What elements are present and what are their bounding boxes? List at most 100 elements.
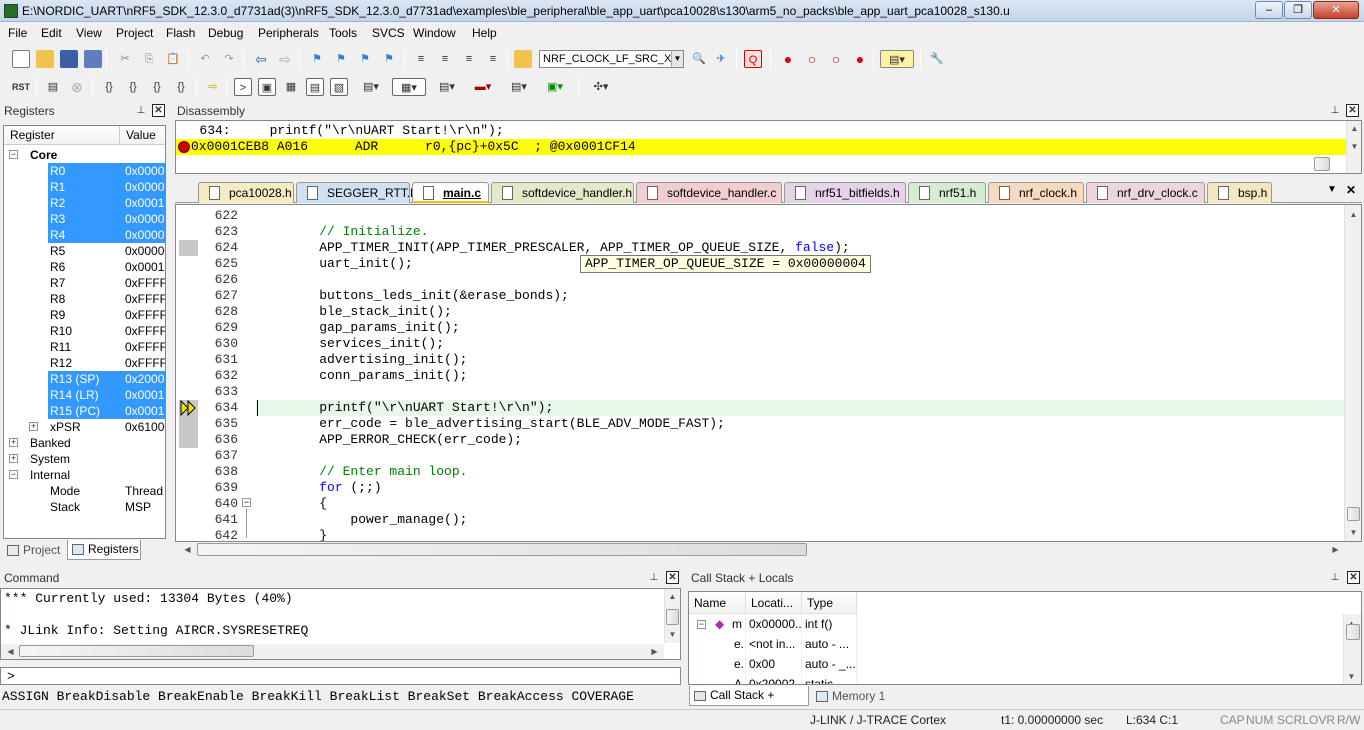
code-line[interactable]: 631 advertising_init();: [176, 352, 1344, 368]
minimize-button[interactable]: ‒: [1255, 1, 1283, 19]
disassembly-view[interactable]: 634: printf("\r\nUART Start!\r\n"); 0x00…: [175, 120, 1362, 174]
code-editor[interactable]: 622 623 // Initialize. 624 APP_TIMER_INIT(…: [175, 204, 1362, 542]
navigate-forward-icon[interactable]: ⇨: [276, 50, 294, 68]
new-file-icon[interactable]: [12, 50, 30, 68]
value-column-header[interactable]: Value: [120, 126, 165, 145]
stop-icon[interactable]: ⊗: [68, 78, 86, 96]
scroll-right-icon[interactable]: ▶: [647, 644, 662, 659]
menu-edit[interactable]: Edit: [41, 26, 62, 40]
tab-nrf51-h[interactable]: nrf51.h: [908, 182, 986, 203]
disassembly-hscroll-thumb[interactable]: [1314, 157, 1330, 171]
watch-window-icon[interactable]: ▤▾: [356, 78, 386, 96]
menu-view[interactable]: View: [76, 26, 102, 40]
code-line[interactable]: 641 power_manage();: [176, 512, 1344, 528]
scroll-right-icon[interactable]: ▶: [1328, 542, 1343, 557]
tab-main-c[interactable]: main.c: [412, 182, 489, 203]
pin-icon[interactable]: ⊥: [135, 105, 147, 117]
close-icon[interactable]: ✕: [152, 104, 165, 117]
configure-icon[interactable]: 🔧: [928, 50, 946, 68]
code-line[interactable]: 627 buttons_leds_init(&erase_bonds);: [176, 288, 1344, 304]
scroll-up-icon[interactable]: ▲: [1346, 207, 1361, 222]
code-line[interactable]: 628 ble_stack_init();: [176, 304, 1344, 320]
code-line[interactable]: 622: [176, 208, 1344, 224]
incremental-find-icon[interactable]: ✈: [712, 50, 730, 68]
editor-hscroll-thumb[interactable]: [197, 543, 807, 556]
tab-softdevice-handler-h[interactable]: softdevice_handler.h: [491, 182, 634, 203]
call-stack-window-icon[interactable]: ▧: [330, 78, 348, 96]
run-to-cursor-icon[interactable]: {}: [172, 78, 190, 96]
register-row[interactable]: R7 0xFFFFF: [4, 275, 165, 291]
tree-row-core[interactable]: − Core: [4, 147, 165, 163]
navigate-back-icon[interactable]: ⇦: [252, 50, 270, 68]
code-line[interactable]: 624 APP_TIMER_INIT(APP_TIMER_PRESCALER, …: [176, 240, 1344, 256]
scroll-left-icon[interactable]: ◀: [180, 542, 195, 557]
scroll-up-icon[interactable]: ▲: [1347, 121, 1361, 136]
code-line[interactable]: 635 err_code = ble_advertising_start(BLE…: [176, 416, 1344, 432]
code-line[interactable]: 623 // Initialize.: [176, 224, 1344, 240]
redo-icon[interactable]: ↷: [220, 50, 238, 68]
code-line[interactable]: 634 printf("\r\nUART Start!\r\n");: [176, 400, 1344, 416]
disassembly-vscrollbar[interactable]: ▲ ▼: [1346, 121, 1361, 173]
close-tab-icon[interactable]: ✕: [1346, 183, 1356, 197]
restore-button[interactable]: ❐: [1284, 1, 1312, 19]
find-icon[interactable]: 🔍: [690, 50, 708, 68]
register-row[interactable]: R10 0xFFFFF: [4, 323, 165, 339]
code-line[interactable]: 632 conn_params_init();: [176, 368, 1344, 384]
code-line[interactable]: 637: [176, 448, 1344, 464]
name-column-header[interactable]: Name: [689, 592, 746, 614]
register-row[interactable]: R4 0x00000: [4, 227, 165, 243]
collapse-icon[interactable]: −: [9, 150, 18, 159]
registers-window-icon[interactable]: ▤: [306, 78, 324, 96]
debug-session-icon[interactable]: Q: [744, 50, 762, 68]
tree-row-mode[interactable]: Mode Thread: [4, 483, 165, 499]
scroll-left-icon[interactable]: ◀: [3, 644, 18, 659]
tab-project[interactable]: Project: [3, 541, 67, 561]
tree-row-stack[interactable]: Stack MSP: [4, 499, 165, 515]
register-row[interactable]: R11 0xFFFFF: [4, 339, 165, 355]
code-line[interactable]: 630 services_init();: [176, 336, 1344, 352]
system-viewer-icon[interactable]: ▣▾: [540, 78, 570, 96]
tab-memory-1[interactable]: Memory 1: [812, 687, 894, 707]
scroll-down-icon[interactable]: ▼: [1347, 139, 1361, 154]
callstack-row[interactable]: e. 0x00 auto - _...: [689, 654, 857, 674]
uncomment-icon[interactable]: ≡: [484, 50, 502, 68]
next-bookmark-icon[interactable]: ⚑: [356, 50, 374, 68]
tab-pca10028-h[interactable]: pca10028.h: [198, 182, 294, 203]
enable-breakpoint-icon[interactable]: ○: [803, 50, 821, 68]
reset-icon[interactable]: RST: [12, 78, 30, 96]
tab-nrf-drv-clock-c[interactable]: nrf_drv_clock.c: [1086, 182, 1205, 203]
tree-row-system[interactable]: + System: [4, 451, 165, 467]
menu-help[interactable]: Help: [472, 26, 497, 40]
tab-call-stack-locals[interactable]: Call Stack + Locals: [689, 686, 809, 721]
symbols-window-icon[interactable]: ▦: [282, 78, 300, 96]
register-row[interactable]: R2 0x0001E: [4, 195, 165, 211]
pin-icon[interactable]: ⊥: [1329, 572, 1341, 584]
command-vscroll-thumb[interactable]: [666, 609, 679, 625]
indent-icon[interactable]: ≡: [412, 50, 430, 68]
expand-icon[interactable]: +: [29, 422, 38, 431]
prev-bookmark-icon[interactable]: ⚑: [332, 50, 350, 68]
expand-icon[interactable]: +: [9, 454, 18, 463]
menu-peripherals[interactable]: Peripherals: [258, 26, 319, 40]
menu-svcs[interactable]: SVCS: [372, 26, 405, 40]
command-window-icon[interactable]: >: [234, 78, 252, 96]
tab-segger-rtt-h[interactable]: SEGGER_RTT.h: [296, 182, 417, 203]
collapse-icon[interactable]: −: [9, 470, 18, 479]
command-vscrollbar[interactable]: ▲ ▼: [664, 589, 680, 643]
serial-window-icon[interactable]: ▤▾: [432, 78, 462, 96]
close-icon[interactable]: ✕: [1346, 104, 1359, 117]
code-line[interactable]: 633: [176, 384, 1344, 400]
collapse-icon[interactable]: −: [697, 620, 706, 629]
close-icon[interactable]: ✕: [666, 571, 679, 584]
code-line[interactable]: 642 }: [176, 528, 1344, 541]
tab-nrf-clock-h[interactable]: nrf_clock.h: [988, 182, 1084, 203]
menu-project[interactable]: Project: [116, 26, 153, 40]
step-over-icon[interactable]: {}: [124, 78, 142, 96]
copy-icon[interactable]: ⎘: [140, 50, 158, 68]
unindent-icon[interactable]: ≡: [436, 50, 454, 68]
tab-nrf51-bitfields-h[interactable]: nrf51_bitfields.h: [784, 182, 906, 203]
register-row[interactable]: R6 0x0001E: [4, 259, 165, 275]
scroll-down-icon[interactable]: ▼: [1344, 669, 1359, 684]
cut-icon[interactable]: ✂: [116, 50, 134, 68]
register-row[interactable]: R3 0x00000: [4, 211, 165, 227]
